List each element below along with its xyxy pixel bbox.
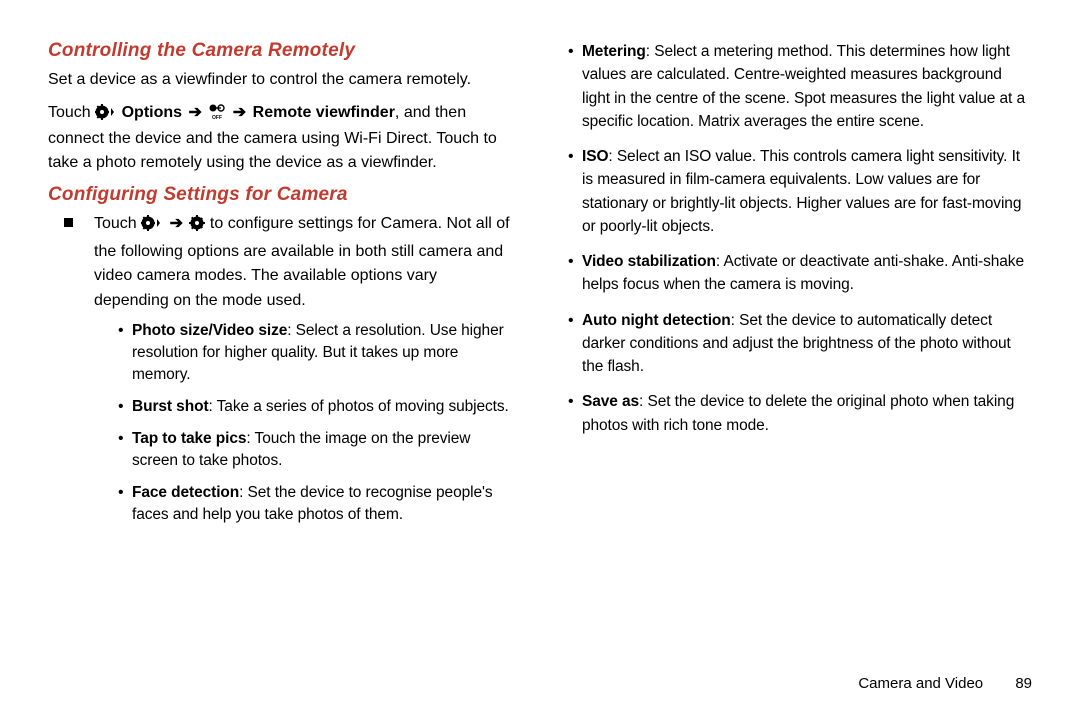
- footer-page-number: 89: [1015, 675, 1032, 692]
- list-item: Face detection: Set the device to recogn…: [118, 482, 512, 526]
- remote-steps-paragraph: Touch Options ➔ OFF: [48, 101, 512, 174]
- item-text: : Select a metering method. This determi…: [582, 43, 1025, 130]
- item-label: Metering: [582, 43, 646, 60]
- gear-icon: [189, 215, 205, 240]
- heading-configuring-settings: Configuring Settings for Camera: [48, 184, 512, 206]
- configure-intro-block: Touch ➔: [94, 212, 512, 526]
- list-item: Tap to take pics: Touch the image on the…: [118, 428, 512, 472]
- gear-more-icon: [95, 104, 117, 127]
- arrow-icon: ➔: [168, 215, 185, 232]
- remote-intro-paragraph: Set a device as a viewfinder to control …: [48, 68, 512, 91]
- item-label: ISO: [582, 148, 608, 165]
- off-toggle-icon: OFF: [208, 104, 226, 127]
- list-item: Metering: Select a metering method. This…: [568, 40, 1032, 133]
- item-label: Photo size/Video size: [132, 322, 287, 339]
- text-options: Options: [122, 104, 182, 121]
- heading-controlling-remotely: Controlling the Camera Remotely: [48, 40, 512, 62]
- item-label: Burst shot: [132, 398, 209, 415]
- arrow-icon: ➔: [231, 104, 248, 121]
- list-item: Burst shot: Take a series of photos of m…: [118, 396, 512, 418]
- item-text: : Set the device to delete the original …: [582, 393, 1014, 433]
- list-item: Video stabilization: Activate or deactiv…: [568, 250, 1032, 297]
- list-item: Auto night detection: Set the device to …: [568, 309, 1032, 379]
- gear-more-icon: [141, 215, 163, 240]
- arrow-icon: ➔: [186, 104, 203, 121]
- item-label: Tap to take pics: [132, 430, 246, 447]
- text-touch: Touch: [48, 104, 95, 121]
- item-label: Face detection: [132, 484, 239, 501]
- list-item: ISO: Select an ISO value. This controls …: [568, 145, 1032, 238]
- item-label: Auto night detection: [582, 312, 731, 329]
- list-item: Photo size/Video size: Select a resoluti…: [118, 320, 512, 386]
- page-footer: Camera and Video 89: [858, 675, 1032, 692]
- item-label: Video stabilization: [582, 253, 716, 270]
- text-touch2: Touch: [94, 215, 141, 232]
- svg-text:OFF: OFF: [212, 115, 222, 120]
- text-remote-viewfinder: Remote viewfinder: [253, 104, 395, 121]
- list-item: Save as: Set the device to delete the or…: [568, 390, 1032, 437]
- settings-list-right: Metering: Select a metering method. This…: [568, 40, 1032, 437]
- item-text: : Take a series of photos of moving subj…: [209, 398, 509, 415]
- item-text: : Select an ISO value. This controls cam…: [582, 148, 1021, 235]
- settings-list-left: Photo size/Video size: Select a resoluti…: [118, 320, 512, 526]
- footer-chapter: Camera and Video: [858, 675, 983, 692]
- item-label: Save as: [582, 393, 639, 410]
